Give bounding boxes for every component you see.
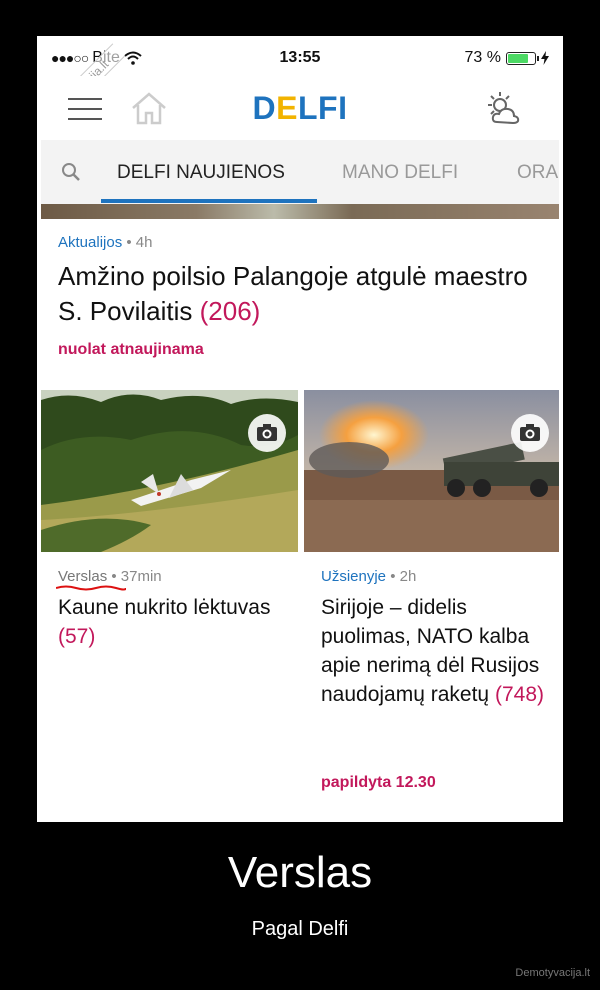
- caption-title: Verslas: [227, 848, 373, 897]
- charging-icon: [541, 51, 549, 65]
- phone-screen: ●●●○○ Bite 13:55 73 % Demotyvacija.lt: [41, 40, 559, 818]
- tab-delfi-naujienos[interactable]: DELFI NAUJIENOS: [117, 162, 285, 184]
- camera-icon: [511, 414, 549, 452]
- article-category[interactable]: Aktualijos: [58, 234, 122, 251]
- tab-mano-delfi[interactable]: MANO DELFI: [342, 162, 458, 184]
- site-name: Demotyvacija.lt: [515, 967, 590, 979]
- live-update-label: nuolat atnaujinama: [58, 341, 204, 358]
- article-image[interactable]: [304, 390, 559, 552]
- article-card-plane-crash[interactable]: Verslas • 37min Kaune nukrito lėktuvas (…: [41, 390, 298, 818]
- article-title[interactable]: Sirijoje – didelis puolimas, NATO kalba …: [321, 593, 556, 709]
- battery-percent: 73 %: [464, 49, 501, 66]
- previous-article-image[interactable]: [41, 204, 559, 219]
- article-time: 2h: [399, 568, 417, 585]
- article-meta: Užsienyje • 2h: [321, 568, 417, 585]
- delfi-logo[interactable]: DELFI: [41, 90, 559, 127]
- article-card-syria[interactable]: Užsienyje • 2h Sirijoje – didelis puolim…: [304, 390, 559, 818]
- red-underline: [56, 585, 126, 591]
- caption-subtitle: Pagal Delfi: [251, 918, 349, 940]
- battery-icon: [506, 51, 539, 65]
- demotivator-frame: ●●●○○ Bite 13:55 73 % Demotyvacija.lt: [37, 36, 563, 822]
- article-time: 37min: [120, 568, 162, 585]
- search-icon[interactable]: [61, 162, 81, 182]
- section-tabs: DELFI NAUJIENOS MANO DELFI ORA: [41, 140, 559, 204]
- article-category[interactable]: Užsienyje: [321, 568, 386, 585]
- comment-count[interactable]: (206): [200, 296, 261, 326]
- article-category[interactable]: Verslas: [58, 568, 107, 585]
- article-meta: Verslas • 37min: [58, 568, 162, 585]
- app-header: DELFI: [41, 76, 559, 140]
- article-meta: Aktualijos • 4h: [58, 234, 153, 251]
- updated-label: papildyta 12.30: [321, 774, 436, 791]
- comment-count[interactable]: (57): [58, 625, 95, 648]
- tab-ora[interactable]: ORA: [517, 162, 558, 184]
- featured-article[interactable]: Aktualijos • 4h Amžino poilsio Palangoje…: [41, 219, 559, 390]
- article-title[interactable]: Amžino poilsio Palangoje atgulė maestro …: [58, 259, 538, 329]
- weather-icon[interactable]: [483, 90, 523, 128]
- article-time: 4h: [135, 234, 153, 251]
- article-title[interactable]: Kaune nukrito lėktuvas (57): [58, 593, 293, 651]
- article-image[interactable]: [41, 390, 298, 552]
- active-tab-indicator: [101, 199, 317, 203]
- camera-icon: [248, 414, 286, 452]
- comment-count[interactable]: (748): [495, 683, 544, 706]
